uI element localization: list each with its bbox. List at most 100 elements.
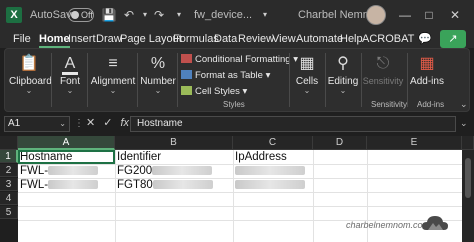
ribbon-divider — [137, 53, 138, 107]
cell-c3[interactable] — [233, 179, 305, 192]
ribbon-divider — [289, 53, 290, 107]
save-icon[interactable]: 💾 — [100, 6, 118, 24]
tab-acrobat[interactable]: ACROBAT — [362, 33, 414, 45]
row-header-5[interactable]: 5 — [0, 206, 18, 219]
cell-a2[interactable]: FWL- — [18, 165, 99, 178]
conditional-formatting-icon — [181, 54, 192, 63]
formula-bar: A1 ⌄ ⋮ ✕ ✓ fx Hostname ⌄ — [0, 116, 474, 132]
redacted-block — [152, 166, 213, 175]
cell-b2[interactable]: FG200 — [115, 165, 213, 178]
share-button[interactable]: ↗ — [440, 30, 466, 48]
sensitivity-group-label: Sensitivity — [371, 100, 408, 109]
clipboard-group[interactable]: 📋 Clipboard ⌄ — [9, 49, 52, 111]
cells-group[interactable]: ▦ Cells ⌄ — [291, 49, 323, 111]
column-header-a[interactable]: A — [18, 136, 115, 150]
tab-formulas[interactable]: Formulas — [173, 33, 219, 45]
row-header-1[interactable]: 1 — [0, 150, 18, 163]
tab-file[interactable]: File — [13, 33, 31, 45]
tab-home[interactable]: Home — [39, 33, 70, 48]
format-as-table-label: Format as Table — [195, 70, 263, 81]
tab-review[interactable]: Review — [238, 33, 274, 45]
toggle-knob — [71, 11, 79, 19]
comments-icon[interactable]: 💬 — [418, 32, 432, 45]
font-group[interactable]: A Font ⌄ — [55, 49, 85, 111]
grid-line — [18, 206, 462, 207]
sensitivity-icon: ⎋ — [376, 55, 390, 72]
maximize-icon[interactable]: □ — [420, 6, 438, 24]
redacted-block — [152, 180, 213, 189]
scrollbar-thumb[interactable] — [465, 158, 471, 198]
more-icon[interactable]: ⋮ — [74, 118, 84, 129]
row-header-2[interactable]: 2 — [0, 164, 18, 177]
addins-button-label: Add-ins — [410, 76, 444, 87]
customize-toolbar-icon[interactable]: ▾ — [170, 6, 188, 24]
close-icon[interactable]: ✕ — [446, 6, 464, 24]
tab-draw[interactable]: Draw — [96, 33, 122, 45]
minimize-icon[interactable]: — — [396, 6, 414, 24]
redacted-block — [235, 180, 305, 189]
redo-icon[interactable]: ↷ — [150, 6, 168, 24]
conditional-formatting-label: Conditional Formatting — [195, 54, 291, 65]
alignment-icon: ≡ — [108, 55, 118, 72]
avatar[interactable] — [366, 5, 386, 25]
select-all-corner[interactable] — [0, 136, 18, 150]
spreadsheet-grid: A B C D E 1 2 3 4 5 Hostname Identifier … — [0, 136, 474, 242]
addins-group-label: Add-ins — [417, 100, 445, 109]
close-icon[interactable]: ✕ — [86, 117, 95, 129]
row-header-3[interactable]: 3 — [0, 178, 18, 191]
cell-c1[interactable]: IpAddress — [233, 151, 287, 164]
cell-b2-text: FG200 — [117, 165, 153, 177]
percent-icon: % — [150, 55, 166, 72]
column-header-d[interactable]: D — [313, 136, 367, 150]
chevron-down-icon[interactable]: ⌄ — [460, 118, 468, 129]
fx-icon[interactable]: fx — [120, 117, 129, 129]
title-bar: X AutoSave Off 💾 ↶ ▾ ↷ ▾ fw_device... ▾ … — [0, 0, 474, 30]
chevron-down-icon[interactable]: ⌄ — [460, 99, 468, 110]
clipboard-icon: 📋 — [19, 55, 39, 72]
conditional-formatting-button[interactable]: Conditional Formatting ▾ — [181, 52, 298, 68]
editing-group[interactable]: ⚲ Editing ⌄ — [327, 49, 359, 111]
column-header-overflow — [462, 136, 474, 150]
column-header-c[interactable]: C — [233, 136, 313, 150]
title-dropdown-icon[interactable]: ▾ — [256, 6, 274, 24]
tab-view[interactable]: View — [272, 33, 296, 45]
document-title[interactable]: fw_device... — [194, 9, 252, 21]
ribbon-divider — [177, 53, 178, 107]
tab-insert[interactable]: Insert — [68, 33, 96, 45]
active-cell-border — [18, 150, 115, 164]
column-header-b[interactable]: B — [115, 136, 233, 150]
redacted-block — [48, 180, 99, 189]
cell-a2-text: FWL- — [20, 165, 49, 177]
number-group[interactable]: % Number ⌄ — [139, 49, 177, 111]
check-icon[interactable]: ✓ — [103, 117, 112, 129]
cell-styles-button[interactable]: Cell Styles ▾ — [181, 84, 293, 100]
format-as-table-button[interactable]: Format as Table ▾ — [181, 68, 293, 84]
autosave-toggle[interactable]: Off — [68, 8, 94, 22]
tab-data[interactable]: Data — [214, 33, 237, 45]
search-icon: ⚲ — [337, 55, 349, 72]
cell-styles-icon — [181, 86, 192, 95]
chevron-down-icon: ⌄ — [154, 86, 162, 95]
font-icon: A — [62, 53, 78, 75]
cell-c2[interactable] — [233, 165, 305, 178]
addins-icon: ▦ — [419, 55, 435, 72]
sensitivity-button-label: Sensitivity — [362, 76, 404, 86]
redacted-block — [48, 166, 99, 175]
vertical-scrollbar[interactable] — [462, 150, 474, 242]
redacted-block — [235, 166, 305, 175]
name-box[interactable]: A1 ⌄ — [4, 116, 70, 132]
cell-b3[interactable]: FGT80 — [115, 179, 213, 192]
tab-automate[interactable]: Automate — [296, 33, 343, 45]
cell-a3-text: FWL- — [20, 179, 49, 191]
cells-icon: ▦ — [299, 55, 315, 72]
column-header-e[interactable]: E — [367, 136, 462, 150]
alignment-group[interactable]: ≡ Alignment ⌄ — [89, 49, 137, 111]
formula-input[interactable]: Hostname — [130, 116, 456, 132]
cloud-logo-icon — [422, 216, 448, 230]
tab-help[interactable]: Help — [340, 33, 363, 45]
cell-a3[interactable]: FWL- — [18, 179, 99, 192]
autosave-state: Off — [81, 10, 93, 20]
ribbon: 📋 Clipboard ⌄ A Font ⌄ ≡ Alignment ⌄ % N… — [4, 48, 470, 112]
row-header-4[interactable]: 4 — [0, 192, 18, 205]
cell-b1[interactable]: Identifier — [115, 151, 161, 164]
